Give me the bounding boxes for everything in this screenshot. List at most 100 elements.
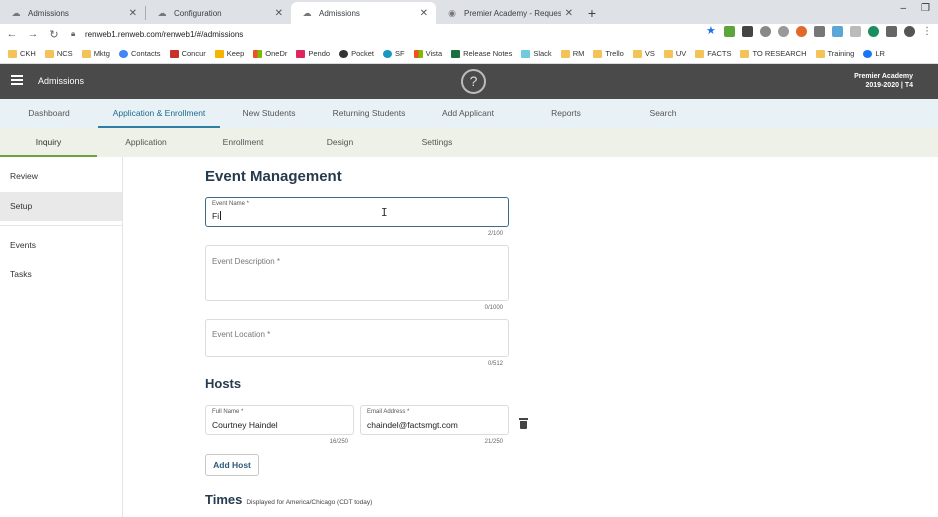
subnav-inquiry[interactable]: Inquiry (0, 128, 97, 157)
bookmark-item[interactable]: LR (863, 49, 885, 58)
bookmark-item[interactable]: Training (815, 49, 854, 58)
extension-icon[interactable] (868, 26, 879, 37)
bookmark-item[interactable]: Keep (214, 49, 244, 58)
reload-icon[interactable]: ↻ (45, 28, 63, 41)
extension-icon[interactable] (742, 26, 753, 37)
event-location-field[interactable]: Event Location * (205, 319, 509, 357)
nav-add-applicant[interactable]: Add Applicant (436, 99, 500, 128)
keep-icon (214, 49, 224, 58)
nav-new-students[interactable]: New Students (236, 99, 302, 128)
url-field[interactable]: 🔒︎ renweb1.renweb.com/renweb1/#/admissio… (71, 26, 243, 42)
bookmark-item[interactable]: VS (632, 49, 655, 58)
browser-tab[interactable]: ☁ Admissions ✕ (0, 2, 145, 24)
sidebar: Review Setup Events Tasks (0, 157, 123, 517)
extension-icon[interactable] (778, 26, 789, 37)
forward-arrow-icon[interactable]: → (24, 28, 42, 40)
admissions-favicon-icon: ☁ (302, 7, 312, 18)
nav-returning-students[interactable]: Returning Students (326, 99, 412, 128)
folder-icon (81, 49, 91, 58)
restore-window-icon[interactable]: ❐ (921, 3, 930, 14)
admissions-favicon-icon: ☁ (11, 7, 21, 18)
bookmark-item[interactable]: Trello (593, 49, 624, 58)
nav-search[interactable]: Search (643, 99, 683, 128)
subnav-application[interactable]: Application (115, 128, 177, 157)
tab-label: Admissions (319, 8, 360, 18)
extension-icon[interactable] (814, 26, 825, 37)
extension-icon[interactable] (760, 26, 771, 37)
bookmark-item[interactable]: OneDr (253, 49, 287, 58)
extension-icon[interactable] (724, 26, 735, 37)
close-tab-icon[interactable]: ✕ (275, 8, 283, 19)
folder-icon (815, 49, 825, 58)
close-tab-icon[interactable]: ✕ (129, 8, 137, 19)
bookmark-item[interactable]: CKH (8, 49, 36, 58)
bookmark-item[interactable]: SF (383, 49, 405, 58)
bookmark-item[interactable]: UV (663, 49, 686, 58)
folder-icon (560, 49, 570, 58)
url-text: renweb1.renweb.com/renweb1/#/admissions (85, 29, 244, 39)
new-tab-button[interactable]: + (581, 2, 603, 24)
host-full-name-field[interactable]: Full Name * Courtney Haindel (205, 405, 354, 435)
sidebar-item-tasks[interactable]: Tasks (0, 260, 122, 289)
school-info[interactable]: Premier Academy 2019-2020 | T4 (854, 72, 913, 90)
close-tab-icon[interactable]: ✕ (420, 8, 428, 19)
hamburger-menu-icon[interactable] (11, 75, 23, 85)
close-tab-icon[interactable]: ✕ (565, 8, 573, 19)
bookmark-item[interactable]: RM (560, 49, 584, 58)
nav-reports[interactable]: Reports (544, 99, 588, 128)
subnav-design[interactable]: Design (318, 128, 362, 157)
extension-icon[interactable] (886, 26, 897, 37)
help-icon[interactable]: ? (461, 69, 486, 94)
bookmark-item[interactable]: Pocket (339, 49, 374, 58)
delete-host-trash-icon[interactable] (519, 418, 528, 429)
main-nav: Dashboard Application & Enrollment New S… (0, 99, 938, 128)
folder-icon (663, 49, 673, 58)
bookmark-item[interactable]: Vista (413, 49, 442, 58)
extension-icon[interactable] (850, 26, 861, 37)
event-name-field[interactable]: Event Name * Fi I (205, 197, 509, 227)
bookmark-item[interactable]: Pendo (296, 49, 330, 58)
host-email-field[interactable]: Email Address * chaindel@factsmgt.com (360, 405, 509, 435)
sidebar-item-review[interactable]: Review (0, 162, 122, 191)
bookmark-star-icon[interactable]: ★ (706, 26, 717, 37)
bookmark-item[interactable]: Mktg (81, 49, 110, 58)
sidebar-item-events[interactable]: Events (0, 231, 122, 260)
sub-nav: Inquiry Application Enrollment Design Se… (0, 128, 938, 157)
sidebar-item-setup[interactable]: Setup (0, 192, 122, 221)
subnav-settings[interactable]: Settings (414, 128, 460, 157)
folder-icon (8, 49, 17, 58)
salesforce-icon (383, 49, 392, 58)
bookmark-item[interactable]: Slack (521, 49, 552, 58)
bookmark-item[interactable]: Concur (169, 49, 206, 58)
profile-avatar[interactable] (904, 26, 915, 37)
bookmark-item[interactable]: Release Notes (451, 49, 512, 58)
bookmark-item[interactable]: TO RESEARCH (740, 49, 807, 58)
contacts-icon (118, 49, 128, 58)
nav-application-enrollment[interactable]: Application & Enrollment (98, 99, 220, 128)
back-arrow-icon[interactable]: ← (3, 28, 21, 40)
pocket-icon (339, 49, 349, 58)
menu-kebab-icon[interactable]: ⋮ (922, 26, 932, 37)
browser-tab[interactable]: ◉ Premier Academy - Request Info ✕ (436, 2, 581, 24)
extension-icon[interactable] (796, 26, 807, 37)
host-email-counter: 21/250 (484, 439, 503, 445)
tab-label: Configuration (174, 8, 222, 18)
pendo-icon (296, 49, 306, 58)
browser-tab[interactable]: ☁ Configuration ✕ (146, 2, 291, 24)
bookmark-item[interactable]: Contacts (118, 49, 161, 58)
extension-icon[interactable] (832, 26, 843, 37)
event-description-field[interactable]: Event Description * (205, 245, 509, 301)
minimize-icon[interactable]: – (900, 3, 906, 14)
extension-toolbar: ★ ⋮ (706, 26, 932, 37)
browser-tab-active[interactable]: ☁ Admissions ✕ (291, 2, 436, 24)
bookmark-item[interactable]: FACTS (695, 49, 731, 58)
event-location-counter: 0/512 (487, 361, 503, 367)
bookmark-item[interactable]: NCS (44, 49, 73, 58)
main-content: Event Management Event Name * Fi I 2/100… (124, 157, 938, 517)
excel-icon (451, 49, 461, 58)
nav-dashboard[interactable]: Dashboard (22, 99, 76, 128)
event-description-placeholder: Event Description * (212, 257, 281, 266)
add-host-button[interactable]: Add Host (205, 454, 259, 476)
subnav-enrollment[interactable]: Enrollment (214, 128, 272, 157)
school-term: 2019-2020 | T4 (865, 82, 914, 89)
